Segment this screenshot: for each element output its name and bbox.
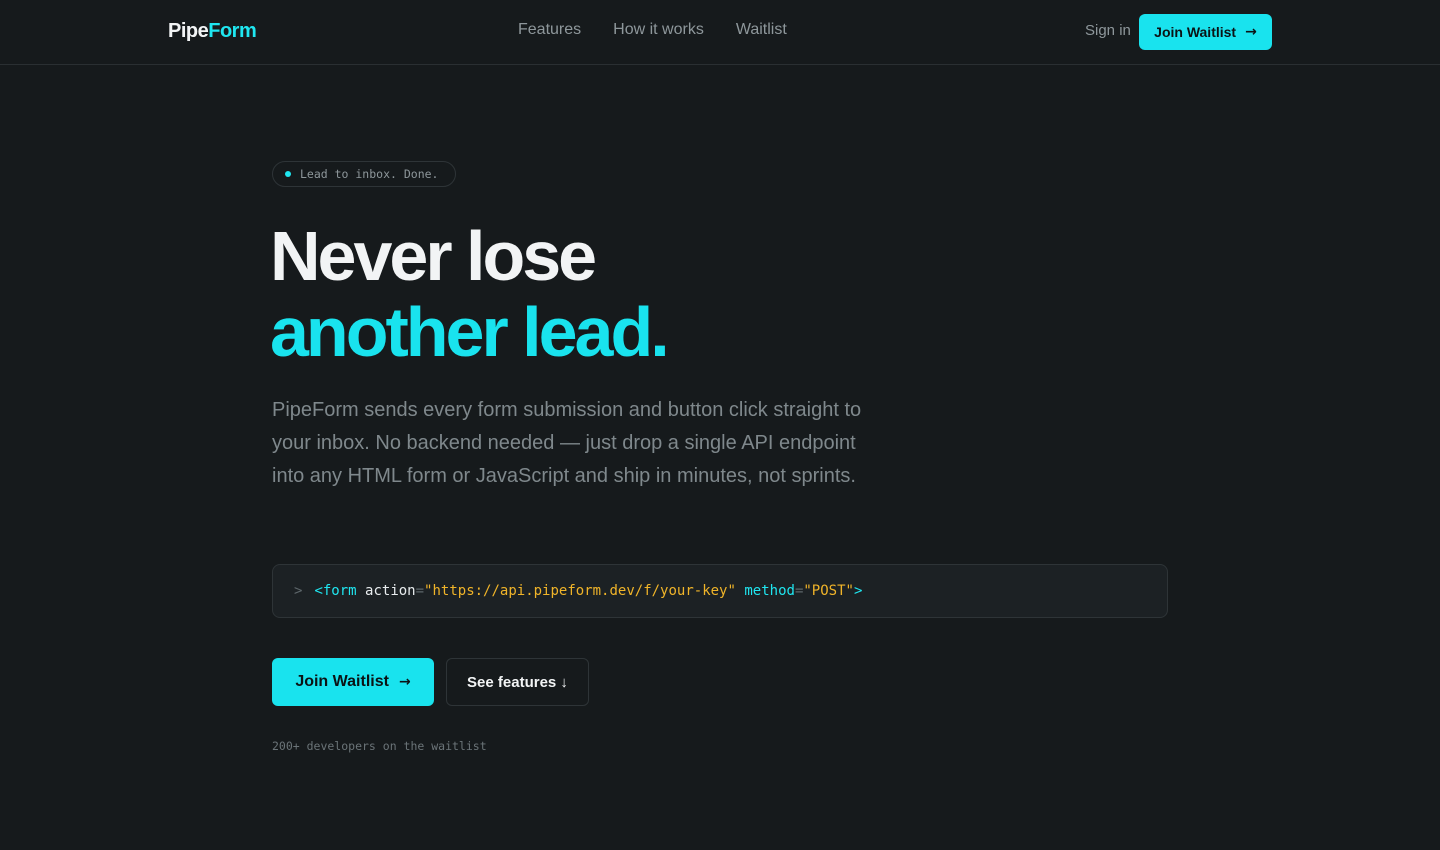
code-prompt: > <box>294 583 303 599</box>
top-nav: PipeForm Features How it works Waitlist … <box>0 0 1440 65</box>
code-equals-1: = <box>415 583 425 599</box>
join-waitlist-label: Join Waitlist <box>295 673 389 690</box>
headline-line-1: Never lose <box>270 217 597 295</box>
arrow-right-icon: → <box>1245 24 1257 40</box>
nav-link-how-it-works[interactable]: How it works <box>613 21 704 39</box>
nav-join-waitlist-label: Join Waitlist <box>1154 24 1237 40</box>
code-tag-close: > <box>853 583 863 599</box>
code-equals-2: = <box>794 583 804 599</box>
brand-logo[interactable]: PipeForm <box>168 20 257 43</box>
waitlist-count-note: 200+ developers on the waitlist <box>272 739 487 753</box>
hero-badge: Lead to inbox. Done. <box>272 161 456 187</box>
join-waitlist-button[interactable]: Join Waitlist → <box>272 658 434 706</box>
badge-text: Lead to inbox. Done. <box>300 167 439 181</box>
brand-name-part2: Form <box>208 20 257 42</box>
arrow-right-icon: → <box>398 674 411 690</box>
brand-name-part1: Pipe <box>168 20 209 42</box>
nav-link-features[interactable]: Features <box>518 21 581 39</box>
hero-description: PipeForm sends every form submission and… <box>272 399 862 487</box>
nav-join-waitlist-button[interactable]: Join Waitlist → <box>1139 14 1272 50</box>
headline-line-2: another lead. <box>270 293 670 371</box>
code-tag-open: <form <box>314 583 357 599</box>
nav-links: Features How it works Waitlist <box>518 21 787 39</box>
code-snippet: > <form action = "https://api.pipeform.dev/… <box>272 564 1168 618</box>
sign-in-link[interactable]: Sign in <box>1085 22 1131 39</box>
code-attr-method: method <box>744 583 795 599</box>
code-attr-action: action <box>365 583 416 599</box>
see-features-button[interactable]: See features ↓ <box>446 658 589 706</box>
code-method-value: "POST" <box>803 583 854 599</box>
hero-headline: Never lose another lead. <box>270 217 670 371</box>
code-action-value: "https://api.pipeform.dev/f/your-key" <box>424 583 736 599</box>
status-dot-icon <box>285 171 291 177</box>
nav-link-waitlist[interactable]: Waitlist <box>736 21 787 39</box>
